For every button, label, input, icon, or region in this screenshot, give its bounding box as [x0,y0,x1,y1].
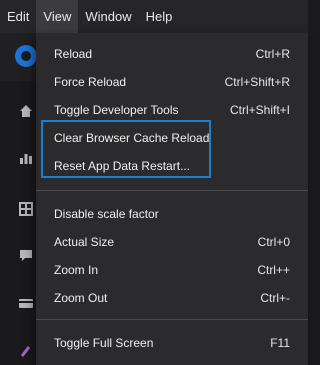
menu-item-label: Zoom In [54,263,99,277]
menu-item-disable-scale-factor[interactable]: Disable scale factor [36,203,308,227]
menu-item-label: Zoom Out [54,291,108,305]
menu-item-label: Actual Size [54,235,115,249]
menu-item-force-reload[interactable]: Force Reload Ctrl+Shift+R [36,71,308,95]
menu-item-shortcut: Ctrl+0 [257,235,290,249]
menu-item-shortcut: F11 [270,336,290,350]
chat-icon[interactable] [16,247,36,267]
menubar-help[interactable]: Help [139,0,180,33]
menubar-window[interactable]: Window [78,0,138,33]
grid-icon[interactable] [16,201,36,221]
menu-item-shortcut: Ctrl+Shift+I [229,103,290,117]
card-icon[interactable] [16,295,36,315]
chart-icon[interactable] [16,150,36,170]
menubar-view[interactable]: View [36,0,79,33]
brush-icon[interactable] [16,342,36,362]
menu-item-shortcut: Ctrl+R [255,47,290,61]
menu-item-label: Disable scale factor [54,207,159,221]
app-logo-icon [15,45,37,67]
menu-item-label: Force Reload [54,75,127,89]
menu-item-reload[interactable]: Reload Ctrl+R [36,43,308,67]
menu-item-zoom-in[interactable]: Zoom In Ctrl++ [36,259,308,283]
menu-separator [36,190,308,191]
menu-separator [36,319,308,320]
menu-item-zoom-out[interactable]: Zoom Out Ctrl+- [36,287,308,311]
highlight-annotation-box [41,120,211,178]
menu-item-label: Toggle Full Screen [54,336,154,350]
menubar-edit[interactable]: Edit [0,0,36,33]
menu-item-actual-size[interactable]: Actual Size Ctrl+0 [36,231,308,255]
menu-item-label: Toggle Developer Tools [54,103,179,117]
menu-item-shortcut: Ctrl+Shift+R [224,75,290,89]
menu-item-shortcut: Ctrl++ [257,263,290,277]
home-icon[interactable] [16,103,36,123]
menu-item-label: Reload [54,47,93,61]
menubar: Edit View Window Help [0,0,308,33]
menu-item-shortcut: Ctrl+- [260,291,290,305]
menu-item-toggle-full-screen[interactable]: Toggle Full Screen F11 [36,332,308,356]
view-menu-dropdown: Reload Ctrl+R Force Reload Ctrl+Shift+R … [36,33,308,365]
